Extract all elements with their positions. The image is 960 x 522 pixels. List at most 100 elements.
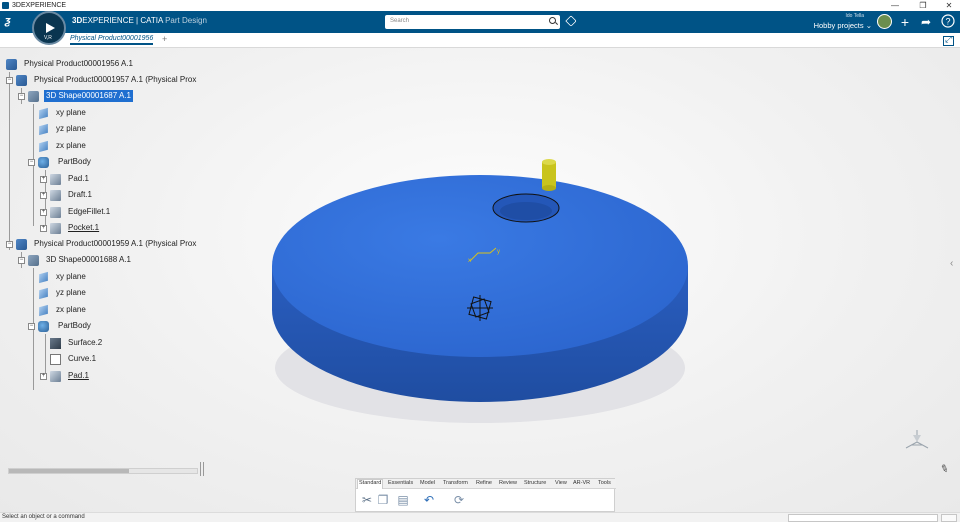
pin-bottom xyxy=(542,185,556,191)
paste-icon[interactable]: ▤ xyxy=(396,493,410,507)
tree-label: Surface.2 xyxy=(68,338,103,347)
partbody-icon xyxy=(38,321,49,332)
svg-text:?: ? xyxy=(945,17,950,27)
pin-body[interactable] xyxy=(542,162,556,188)
tab-physical-product[interactable]: Physical Product00001956 xyxy=(70,35,154,45)
window-title-bar: 3DEXPERIENCE — ❐ ✕ xyxy=(0,0,960,11)
undo-icon[interactable]: ↶ xyxy=(422,493,436,507)
collapse-icon[interactable]: − xyxy=(18,93,25,100)
curve-icon xyxy=(50,354,61,365)
scrollbar-thumb[interactable] xyxy=(9,469,129,473)
tree-label: Pad.1 xyxy=(68,371,89,380)
project-selector[interactable]: Hobby projects ⌄ xyxy=(808,21,872,30)
tree-splitter[interactable] xyxy=(200,462,204,476)
tree-label: Physical Product00001957 A.1 (Physical P… xyxy=(34,75,197,84)
expand-icon[interactable]: + xyxy=(40,225,47,232)
close-button[interactable]: ✕ xyxy=(940,0,958,11)
tree-label: Pad.1 xyxy=(68,174,89,183)
pin-top xyxy=(542,159,556,165)
axis-y-label: y xyxy=(497,249,500,255)
collapse-icon[interactable]: − xyxy=(28,159,35,166)
tree-label: yz plane xyxy=(56,124,86,133)
search-input[interactable]: Search xyxy=(385,15,560,29)
collapse-icon[interactable]: − xyxy=(6,77,13,84)
user-area[interactable]: Ido Tella Hobby projects ⌄ xyxy=(808,13,872,30)
add-tab-button[interactable]: + xyxy=(162,34,167,44)
brand-prefix: 3D xyxy=(72,16,83,25)
tab-tools[interactable]: Tools xyxy=(598,480,611,486)
ds-logo-icon[interactable]: ƺ xyxy=(5,15,11,27)
copy-icon[interactable]: ❐ xyxy=(376,493,390,507)
expand-icon[interactable]: + xyxy=(40,209,47,216)
pad-icon xyxy=(50,174,61,185)
pad-icon xyxy=(50,371,61,382)
status-toggle[interactable] xyxy=(941,514,957,522)
compass-label: V,R xyxy=(44,35,52,41)
tree-label: Physical Product00001959 A.1 (Physical P… xyxy=(34,239,197,248)
tab-view[interactable]: View xyxy=(555,480,567,486)
product-icon xyxy=(6,59,17,70)
cut-icon[interactable]: ✂ xyxy=(360,493,374,507)
tab-ar-vr[interactable]: AR-VR xyxy=(573,480,590,486)
collapse-icon[interactable]: − xyxy=(28,323,35,330)
partbody-icon xyxy=(38,157,49,168)
action-bar: Standard Essentials Model Transform Refi… xyxy=(355,478,616,512)
tab-refine[interactable]: Refine xyxy=(476,480,492,486)
minimize-button[interactable]: — xyxy=(886,0,904,11)
expand-icon[interactable]: + xyxy=(40,373,47,380)
tree-label-selected: 3D Shape00001687 A.1 xyxy=(44,90,133,102)
brand-app: Part Design xyxy=(165,16,207,25)
maximize-button[interactable]: ❐ xyxy=(914,0,932,11)
product-icon xyxy=(16,239,27,250)
3d-workspace[interactable]: x y Physical Product00001956 A.1 − Physi… xyxy=(0,48,960,512)
share-icon[interactable]: ➦ xyxy=(918,14,934,30)
expand-icon[interactable] xyxy=(943,34,954,46)
tree-label: xy plane xyxy=(56,108,86,117)
collapse-icon[interactable]: − xyxy=(6,241,13,248)
tree-label: Pocket.1 xyxy=(68,223,100,232)
avatar[interactable] xyxy=(877,14,892,29)
edgefillet-icon xyxy=(50,207,61,218)
search-icon[interactable] xyxy=(549,17,556,24)
window-title: 3DEXPERIENCE xyxy=(12,2,67,9)
app-brand: 3DEXPERIENCE | CATIA Part Design xyxy=(72,16,207,25)
tag-icon[interactable] xyxy=(565,15,577,27)
compass-button[interactable]: V,R xyxy=(32,11,66,45)
tab-bar: Physical Product00001956 + xyxy=(0,33,960,48)
tab-structure[interactable]: Structure xyxy=(524,480,546,486)
side-panel-arrow-icon[interactable]: ‹ xyxy=(950,258,953,269)
expand-icon[interactable]: + xyxy=(40,192,47,199)
tree-scrollbar[interactable] xyxy=(8,468,198,474)
status-bar: Select an object or a command xyxy=(0,512,960,522)
app-top-bar: ƺ 3DEXPERIENCE | CATIA Part Design Searc… xyxy=(0,11,960,33)
help-icon[interactable]: ? xyxy=(940,14,956,30)
expand-icon[interactable]: + xyxy=(40,176,47,183)
draft-icon xyxy=(50,190,61,201)
pocket-icon xyxy=(50,223,61,234)
tree-label: PartBody xyxy=(58,157,91,166)
tab-model[interactable]: Model xyxy=(420,480,435,486)
app-icon xyxy=(2,2,9,9)
command-input[interactable] xyxy=(788,514,938,522)
tree-label: Physical Product00001956 A.1 xyxy=(24,59,133,68)
3d-shape-icon xyxy=(28,255,39,266)
disc-top[interactable] xyxy=(272,175,688,357)
tab-essentials[interactable]: Essentials xyxy=(388,480,413,486)
update-icon[interactable]: ⟳ xyxy=(452,493,466,507)
add-icon[interactable]: + xyxy=(897,14,913,30)
tab-transform[interactable]: Transform xyxy=(443,480,468,486)
action-bar-tabs: Standard Essentials Model Transform Refi… xyxy=(356,479,616,489)
tab-standard[interactable]: Standard xyxy=(357,479,384,489)
product-icon xyxy=(16,75,27,86)
collapse-icon[interactable]: − xyxy=(18,257,25,264)
tree-label: PartBody xyxy=(58,321,91,330)
compass-axis-icon[interactable] xyxy=(902,426,932,452)
tree-line xyxy=(9,72,10,250)
user-name: Ido Tella xyxy=(845,13,864,19)
axis-x-label: x xyxy=(468,258,471,264)
play-icon xyxy=(46,23,55,33)
tab-review[interactable]: Review xyxy=(499,480,517,486)
tree-label: EdgeFillet.1 xyxy=(68,207,111,216)
3d-viewport[interactable]: x y xyxy=(0,48,960,512)
3d-shape-icon xyxy=(28,91,39,102)
